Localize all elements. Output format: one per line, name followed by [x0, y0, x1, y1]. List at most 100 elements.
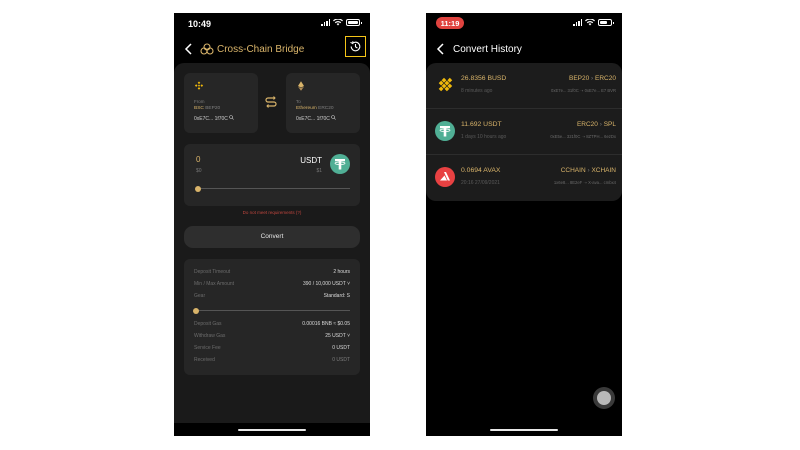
amount-input[interactable]: 0	[196, 155, 200, 164]
ethereum-icon	[298, 81, 304, 91]
search-icon[interactable]	[229, 115, 235, 120]
battery-icon	[598, 19, 614, 26]
history-amount: 11.692 USDT	[461, 121, 502, 128]
min-max-row[interactable]: Min / Max Amount 390 / 10,000 USDT ˅	[194, 281, 350, 289]
history-item[interactable]: 0.0694 AVAX 20:16 27/09/2021 CCHAIN › XC…	[426, 155, 622, 201]
home-indicator[interactable]	[238, 429, 306, 431]
convert-button[interactable]: Convert	[184, 226, 360, 248]
row-label: Service Fee	[194, 345, 221, 351]
history-time: 8 minutes ago	[461, 88, 493, 94]
history-addresses: 1x6e8... 8E2eF ➝ X-ava... cmbx4	[553, 180, 616, 185]
route-to: SPL	[603, 121, 616, 128]
status-icons	[573, 19, 614, 26]
from-chain-standard: BEP20	[205, 106, 221, 111]
from-address: 0xE7C... 1f70C	[194, 115, 235, 122]
route-arrow-icon: ›	[587, 167, 590, 174]
busd-icon	[438, 77, 453, 92]
wifi-icon	[333, 19, 343, 26]
history-item[interactable]: 11.692 USDT 1 days 10 hours ago ERC20 › …	[426, 109, 622, 155]
history-icon	[350, 41, 361, 52]
history-time: 1 days 10 hours ago	[461, 134, 507, 140]
deposit-gas-row: Deposit Gas 0.00016 BNB ≈ $0.05	[194, 321, 350, 329]
gear-slider-track[interactable]	[194, 310, 350, 311]
bridge-logo-icon	[200, 43, 214, 55]
gear-row: Gear Standard: S	[194, 293, 350, 301]
service-fee-row: Service Fee 0 USDT	[194, 345, 350, 353]
received-row: Received 0 USDT	[194, 357, 350, 365]
history-amount: 0.0694 AVAX	[461, 167, 501, 174]
row-label: Received	[194, 357, 215, 363]
status-time: 11:19	[440, 19, 460, 28]
history-item[interactable]: 26.8356 BUSD 8 minutes ago BEP20 › ERC20…	[426, 63, 622, 109]
to-address: 0xE7C... 1f70C	[296, 115, 337, 122]
avax-icon	[435, 167, 455, 187]
header: Cross-Chain Bridge	[174, 35, 370, 63]
amount-slider-handle[interactable]	[195, 185, 201, 192]
row-label: Min / Max Amount	[194, 281, 235, 287]
row-value: 0 USDT	[332, 357, 350, 363]
page-title: Convert History	[453, 44, 522, 55]
bridge-panel: From BSC BEP20 0xE7C... 1f70C To Ethereu…	[174, 63, 370, 423]
status-time: 10:49	[188, 19, 212, 29]
to-chain-standard: ERC20	[318, 106, 334, 111]
token-selector[interactable]: USDT	[300, 156, 322, 165]
swap-direction-icon[interactable]	[264, 95, 278, 109]
history-addresses: 0xE7e... 31f0C ➝ 0xE7e... E7 BVR	[551, 88, 616, 93]
to-chain-name: Ethereum	[296, 106, 317, 111]
signal-icon	[321, 19, 330, 26]
route-to: ERC20	[595, 75, 616, 82]
history-route: ERC20 › SPL	[577, 121, 616, 128]
status-icons	[321, 19, 362, 26]
history-route: BEP20 › ERC20	[569, 75, 616, 82]
to-network-card[interactable]: To Ethereum ERC20 0xE7C... 1f70C	[286, 73, 360, 133]
tether-icon[interactable]	[330, 154, 350, 174]
page-title: Cross-Chain Bridge	[217, 44, 305, 55]
requirements-warning: Do not meet requirements (?)	[242, 210, 302, 215]
gear-slider-handle[interactable]	[193, 307, 199, 314]
withdraw-gas-row[interactable]: Withdraw Gas 25 USDT ˅	[194, 333, 350, 341]
from-network-card[interactable]: From BSC BEP20 0xE7C... 1f70C	[184, 73, 258, 133]
amount-slider-track[interactable]	[196, 188, 350, 189]
token-usd-price: $1	[316, 168, 322, 174]
route-from: BEP20	[568, 75, 590, 82]
history-addresses: 0xE5e... 321f0C ➝ 8ZTPH... 6ezDx	[550, 134, 616, 139]
route-arrow-icon: ›	[591, 75, 594, 82]
bnb-icon	[194, 81, 204, 90]
row-value: 25 USDT ˅	[325, 333, 350, 339]
row-value: 390 / 10,000 USDT ˅	[302, 281, 350, 287]
bridge-screen: 10:49 Cross-Chain Bridge From BSC BEP20 …	[174, 13, 370, 436]
to-label: To	[296, 99, 301, 104]
row-value: 0.00016 BNB ≈ $0.05	[302, 321, 350, 327]
from-chain-name: BSC	[194, 106, 204, 111]
row-value: 2 hours	[333, 269, 350, 275]
from-address-text: 0xE7C... 1f70C	[194, 116, 228, 122]
header: Convert History	[426, 35, 622, 63]
to-chain: Ethereum ERC20	[296, 106, 334, 111]
route-arrow-icon: ›	[599, 121, 602, 128]
row-label: Deposit Gas	[194, 321, 222, 327]
route-from: CCHAIN	[560, 167, 586, 174]
home-indicator[interactable]	[490, 429, 558, 431]
history-button[interactable]	[345, 36, 366, 57]
battery-icon	[346, 19, 362, 26]
back-arrow-icon[interactable]	[435, 43, 447, 55]
amount-usd: $0	[196, 168, 202, 174]
row-value: 0 USDT	[332, 345, 350, 351]
tether-icon	[435, 121, 455, 141]
route-to: XCHAIN	[591, 167, 616, 174]
row-label: Withdraw Gas	[194, 333, 226, 339]
back-arrow-icon[interactable]	[183, 43, 195, 55]
deposit-timeout-row: Deposit Timeout 2 hours	[194, 269, 350, 277]
row-label: Deposit Timeout	[194, 269, 231, 275]
amount-card: 0 $0 USDT $1	[184, 144, 360, 206]
history-screen: 11:19 Convert History 26.8356 BUSD 8 min…	[426, 13, 622, 436]
row-label: Gear	[194, 293, 206, 299]
route-from: ERC20	[576, 121, 598, 128]
wifi-icon	[585, 19, 595, 26]
history-time: 20:16 27/09/2021	[461, 180, 500, 186]
from-label: From	[194, 99, 205, 104]
assistive-touch-button[interactable]	[593, 387, 615, 409]
to-address-text: 0xE7C... 1f70C	[296, 116, 330, 122]
search-icon[interactable]	[331, 115, 337, 120]
details-card: Deposit Timeout 2 hours Min / Max Amount 3…	[184, 259, 360, 375]
